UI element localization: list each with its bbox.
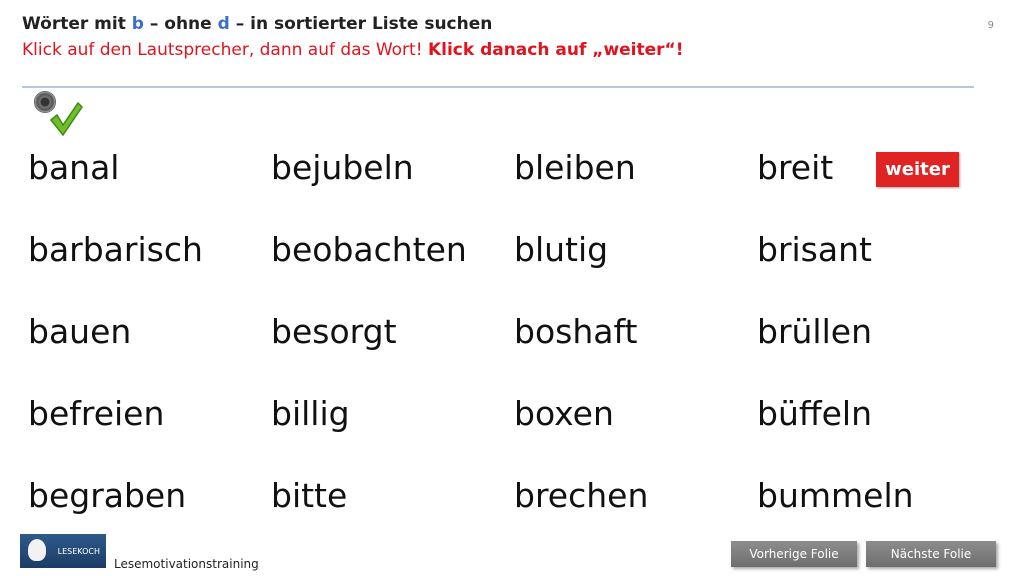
word-item[interactable]: boxen (514, 397, 614, 430)
word-item[interactable]: banal (28, 151, 119, 184)
next-slide-button[interactable]: Nächste Folie (866, 541, 996, 567)
word-grid: banal barbarisch bauen befreien begraben beju… (0, 0, 1024, 576)
word-item[interactable]: brisant (757, 233, 872, 266)
word-item[interactable]: büffeln (757, 397, 872, 430)
weiter-button[interactable]: weiter (876, 152, 959, 187)
lesekoch-logo: LESEKOCH (20, 534, 106, 568)
word-item[interactable]: befreien (28, 397, 164, 430)
word-item[interactable]: barbarisch (28, 233, 203, 266)
word-item[interactable]: brechen (514, 479, 648, 512)
word-item[interactable]: bejubeln (271, 151, 414, 184)
word-item[interactable]: besorgt (271, 315, 397, 348)
word-item[interactable]: bauen (28, 315, 131, 348)
word-item[interactable]: bummeln (757, 479, 914, 512)
word-item[interactable]: beobachten (271, 233, 467, 266)
previous-slide-button[interactable]: Vorherige Folie (731, 541, 857, 567)
word-item[interactable]: boshaft (514, 315, 637, 348)
word-item[interactable]: begraben (28, 479, 186, 512)
word-item[interactable]: bitte (271, 479, 347, 512)
lightbulb-icon (28, 539, 46, 561)
word-item[interactable]: breit (757, 151, 833, 184)
footer-label: Lesemotivationstraining (114, 557, 259, 571)
word-item[interactable]: bleiben (514, 151, 636, 184)
word-item[interactable]: billig (271, 397, 350, 430)
word-item[interactable]: blutig (514, 233, 608, 266)
logo-text: LESEKOCH (57, 546, 100, 556)
word-item[interactable]: brüllen (757, 315, 872, 348)
